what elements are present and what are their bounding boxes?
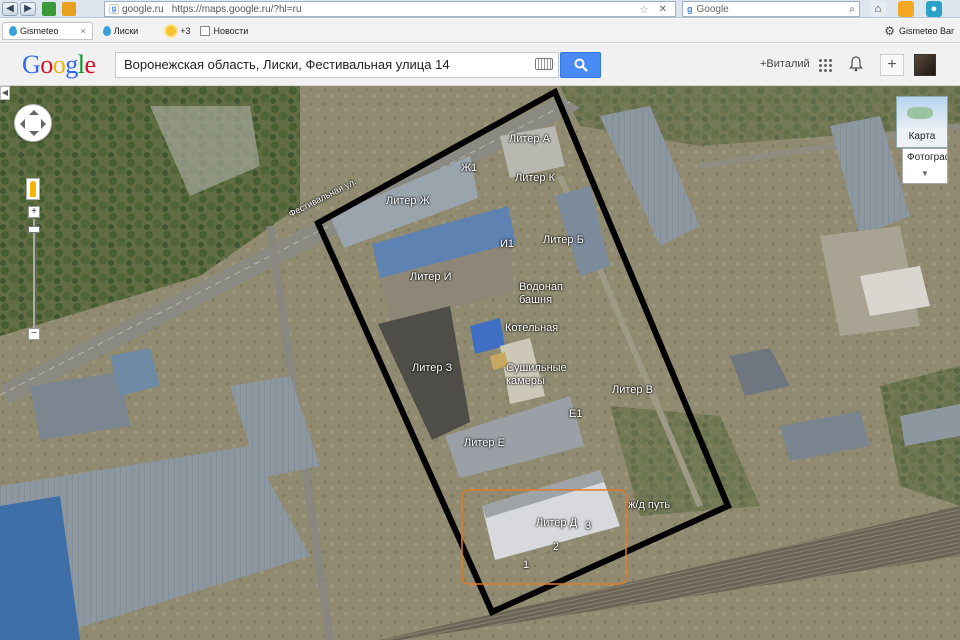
browser-search-box[interactable]: g Google ⌕ — [682, 1, 860, 17]
satellite-type-button[interactable]: Фотограф ▼ — [902, 148, 948, 184]
map-thumbnail — [897, 97, 947, 129]
browser-search-placeholder: Google — [696, 3, 729, 15]
label-liter-a: Литер А — [509, 133, 550, 145]
label-liter-v: Литер В — [612, 384, 653, 396]
bookmark-label: Лиски — [113, 25, 139, 36]
avatar[interactable] — [914, 54, 936, 76]
share-button[interactable]: + — [880, 54, 904, 76]
google-logo[interactable]: Google — [22, 50, 96, 80]
maps-header: Google Воронежская область, Лиски, Фести… — [0, 44, 960, 86]
label-liter-b: Литер Б — [543, 234, 584, 246]
label-zhd-put: ж/д путь — [628, 499, 671, 511]
label-sushilnye: Сушильные — [506, 362, 567, 374]
zoom-slider-handle[interactable] — [28, 226, 40, 233]
label-liter-e: Литер Е — [464, 437, 505, 449]
keyboard-icon[interactable] — [535, 58, 553, 70]
label-2: 2 — [553, 541, 560, 553]
label-liter-d: Литер Д — [536, 517, 578, 529]
bookmarks-bar: Gismeteo × Лиски +3 Новости ⚙ Gismeteo B… — [0, 19, 960, 43]
satellite-type-label: Фотограф — [907, 152, 947, 163]
satellite-map[interactable]: Фестивальная ул. Литер А Ж1 Литер К Лите… — [0, 86, 960, 640]
sun-icon — [166, 25, 177, 36]
signal-icon[interactable] — [42, 1, 56, 16]
label-bashnya: башня — [519, 294, 553, 306]
gismeteo-bar-button[interactable]: ⚙ Gismeteo Bar — [884, 24, 954, 38]
gear-icon: ⚙ — [884, 23, 895, 38]
forward-button[interactable]: ▶ — [20, 1, 36, 16]
back-button[interactable]: ◀ — [2, 1, 18, 16]
drop-icon — [9, 25, 17, 36]
news-icon — [200, 25, 211, 36]
url-text: https://maps.google.ru/?hl=ru — [171, 3, 302, 15]
bookmark-label: Новости — [213, 25, 249, 36]
pan-down-icon[interactable] — [29, 131, 39, 141]
refresh-ext-icon[interactable] — [62, 1, 76, 16]
satellite-imagery — [0, 86, 960, 640]
label-vodonap: Водонап — [519, 281, 563, 293]
label-liter-k: Литер К — [515, 172, 555, 184]
notifications-bell-icon[interactable] — [849, 56, 863, 72]
label-zh1: Ж1 — [461, 162, 478, 174]
gismeteo-icon[interactable]: ● — [926, 1, 942, 17]
label-i1: И1 — [500, 238, 515, 250]
close-icon[interactable]: × — [81, 26, 86, 36]
map-type-label: Карта — [908, 131, 936, 142]
bookmark-label: +3 — [180, 25, 191, 36]
label-kotelnaya: Котельная — [505, 322, 559, 334]
gismeteo-tab[interactable]: Gismeteo × — [2, 21, 93, 40]
bookmark-item-news[interactable]: Новости — [200, 25, 249, 36]
apps-grid-icon[interactable] — [818, 58, 832, 72]
pegman-icon[interactable] — [26, 178, 40, 200]
address-bar[interactable]: g google.ru https://maps.google.ru/?hl=r… — [104, 1, 676, 17]
search-icon — [574, 58, 588, 72]
maps-search-input[interactable]: Воронежская область, Лиски, Фестивальная… — [115, 52, 559, 78]
zoom-slider-track[interactable] — [33, 219, 35, 329]
zoom-in-button[interactable]: + — [28, 206, 40, 218]
label-liter-z: Литер З — [412, 362, 453, 374]
pan-right-icon[interactable] — [41, 119, 51, 129]
label-liter-zh: Литер Ж — [386, 195, 430, 207]
chevron-down-icon: ▼ — [921, 169, 929, 178]
url-domain: google.ru — [122, 3, 164, 15]
drop-icon — [102, 25, 111, 36]
user-link[interactable]: +Виталий — [760, 58, 810, 70]
pan-left-icon[interactable] — [15, 119, 25, 129]
bookmark-star-icon[interactable]: ☆ — [639, 3, 649, 16]
gismeteo-tab-label: Gismeteo — [20, 25, 59, 36]
bookmark-item-weather[interactable]: +3 — [166, 25, 191, 36]
google-engine-icon: g — [687, 4, 693, 14]
extension-icon[interactable] — [898, 1, 914, 17]
bookmark-item-liski[interactable]: Лиски — [102, 25, 139, 36]
label-liter-i: Литер И — [410, 271, 452, 283]
search-icon[interactable]: ⌕ — [849, 4, 855, 15]
pan-up-icon[interactable] — [29, 105, 39, 115]
label-kamery: камеры — [506, 375, 545, 387]
home-icon[interactable]: ⌂ — [870, 1, 886, 17]
gismeteo-bar-label: Gismeteo Bar — [898, 25, 954, 36]
browser-toolbar: ◀ ▶ g google.ru https://maps.google.ru/?… — [0, 0, 960, 18]
maps-search-button[interactable] — [560, 52, 601, 78]
reload-icon[interactable]: ✕ — [659, 4, 667, 15]
label-e1: Е1 — [569, 408, 583, 420]
google-favicon: g — [109, 4, 119, 14]
map-type-toggle[interactable]: Карта — [896, 96, 948, 148]
zoom-out-button[interactable]: − — [28, 328, 40, 340]
pan-control[interactable] — [14, 104, 52, 142]
label-1: 1 — [523, 559, 530, 571]
label-3: 3 — [585, 520, 592, 532]
collapse-panel-button[interactable]: ◀ — [0, 86, 10, 100]
